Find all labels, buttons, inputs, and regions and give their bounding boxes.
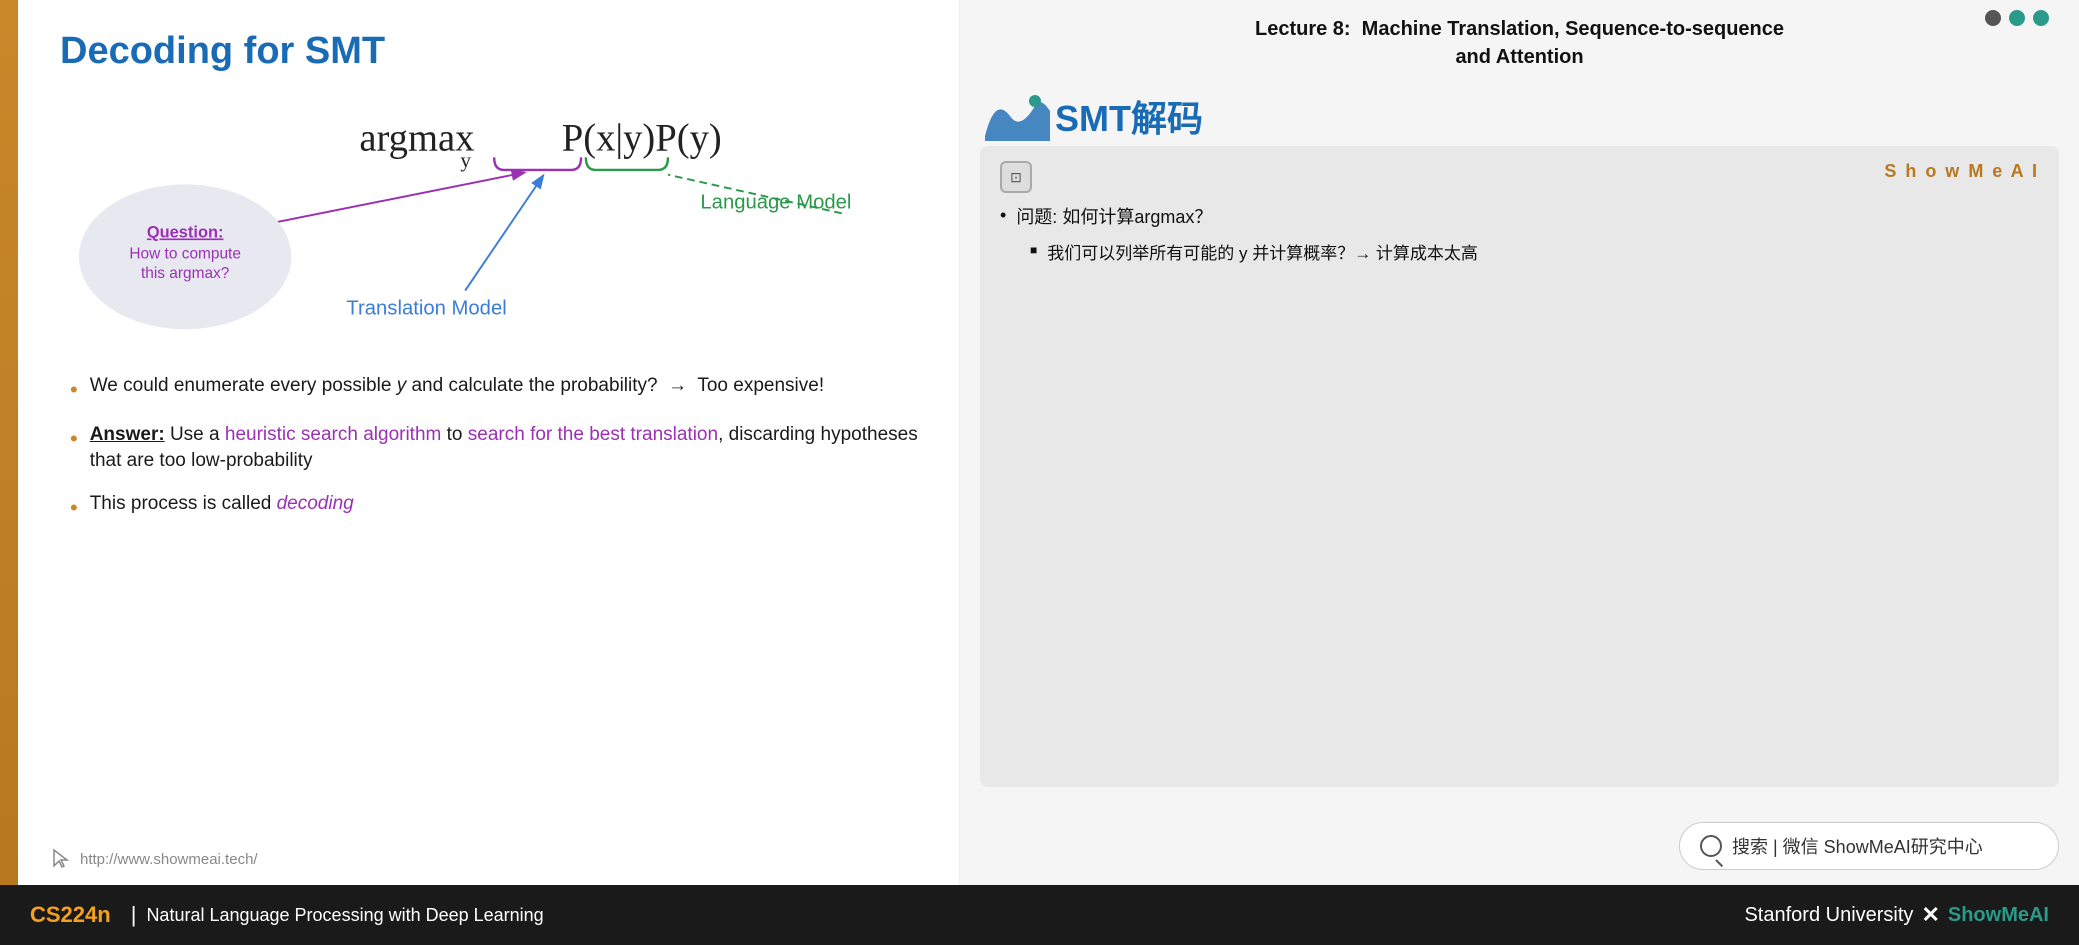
bullet-dot-2: • — [70, 424, 78, 455]
slide-panel: Decoding for SMT argmax y P(x|y)P(y) — [0, 0, 960, 885]
lecture-title: Lecture 8: Machine Translation, Sequence… — [980, 15, 2059, 71]
bullet-item-2: • Answer: Use a heuristic search algorit… — [70, 422, 919, 475]
showmeai-label: S h o w M e A I — [1884, 161, 2039, 182]
search-icon-circle — [1700, 835, 1722, 857]
ai-icon: ⊡ — [1000, 161, 1032, 193]
chat-bullet-dot-1: • — [1000, 205, 1006, 226]
bullet-text-1: We could enumerate every possible y and … — [90, 373, 824, 400]
svg-text:y: y — [460, 148, 471, 172]
slide-title: Decoding for SMT — [60, 30, 919, 73]
svg-text:Question:: Question: — [147, 223, 224, 241]
diagram-svg: argmax y P(x|y)P(y) — [50, 93, 919, 353]
status-dots — [1985, 10, 2049, 26]
cursor-icon — [50, 848, 72, 870]
bullet-dot-3: • — [70, 493, 78, 524]
smt-title: SMT解码 — [1055, 90, 1203, 142]
slide-left-bar — [0, 0, 18, 885]
bottom-right: Stanford University ✕ ShowMeAI — [1744, 902, 2049, 928]
decoding-text: decoding — [277, 493, 354, 514]
showmeai-footer: ShowMeAI — [1948, 904, 2049, 927]
bottom-bar: CS224n | Natural Language Processing wit… — [0, 885, 2079, 945]
svg-text:P(x|y)P(y): P(x|y)P(y) — [562, 118, 722, 160]
search-bar[interactable]: 搜索 | 微信 ShowMeAI研究中心 — [1679, 822, 2059, 870]
right-panel: Lecture 8: Machine Translation, Sequence… — [960, 0, 2079, 885]
bottom-separator: | — [131, 902, 137, 928]
svg-text:How to compute: How to compute — [129, 246, 241, 263]
chat-sub-text-1: 我们可以列举所有可能的 y 并计算概率？→ 计算成本太高 — [1047, 239, 1478, 264]
search-icon-handle — [1715, 859, 1723, 867]
url-area: http://www.showmeai.tech/ — [50, 848, 258, 870]
diagram-area: argmax y P(x|y)P(y) — [50, 93, 919, 353]
bottom-left: CS224n | Natural Language Processing wit… — [30, 902, 544, 928]
dot-teal-2 — [2033, 10, 2049, 26]
url-text: http://www.showmeai.tech/ — [80, 851, 258, 868]
bullet-text-3: This process is called decoding — [90, 491, 354, 518]
chat-bullet-1: • 问题: 如何计算argmax？ — [1000, 203, 2039, 229]
bullet-item-1: • We could enumerate every possible y an… — [70, 373, 919, 406]
dot-teal-1 — [2009, 10, 2025, 26]
svg-text:Translation Model: Translation Model — [346, 298, 506, 320]
bullet-item-3: • This process is called decoding — [70, 491, 919, 524]
smt-header-row: SMT解码 — [980, 86, 2059, 146]
search-icon — [1700, 835, 1722, 857]
cs224n-label: CS224n — [30, 902, 111, 928]
stanford-text: Stanford University — [1744, 904, 1913, 927]
svg-text:this argmax?: this argmax? — [141, 265, 230, 282]
search-bar-text: 搜索 | 微信 ShowMeAI研究中心 — [1732, 833, 1983, 859]
answer-label: Answer: — [90, 424, 165, 445]
svg-text:argmax: argmax — [359, 118, 474, 160]
search-text: search for the best translation — [468, 424, 718, 445]
chat-sub-bullet-1: ■ 我们可以列举所有可能的 y 并计算概率？→ 计算成本太高 — [1030, 239, 2039, 264]
heuristic-text: heuristic search algorithm — [225, 424, 441, 445]
bullet-dot-1: • — [70, 375, 78, 406]
bullet-text-2: Answer: Use a heuristic search algorithm… — [90, 422, 919, 475]
chat-content: • 问题: 如何计算argmax？ ■ 我们可以列举所有可能的 y 并计算概率？… — [1000, 203, 2039, 264]
ai-icon-label: ⊡ — [1010, 169, 1022, 186]
chat-bullet-text-1: 问题: 如何计算argmax？ — [1016, 203, 1212, 229]
svg-text:Language Model: Language Model — [700, 192, 851, 214]
chat-sub-dot-1: ■ — [1030, 243, 1037, 257]
bottom-subtitle: Natural Language Processing with Deep Le… — [146, 905, 543, 926]
smt-wave-icon — [980, 86, 1055, 146]
bullets-section: • We could enumerate every possible y an… — [70, 373, 919, 524]
dot-gray — [1985, 10, 2001, 26]
x-separator: ✕ — [1921, 902, 1939, 928]
ai-chat-box: ⊡ S h o w M e A I • 问题: 如何计算argmax？ ■ 我们… — [980, 146, 2059, 787]
